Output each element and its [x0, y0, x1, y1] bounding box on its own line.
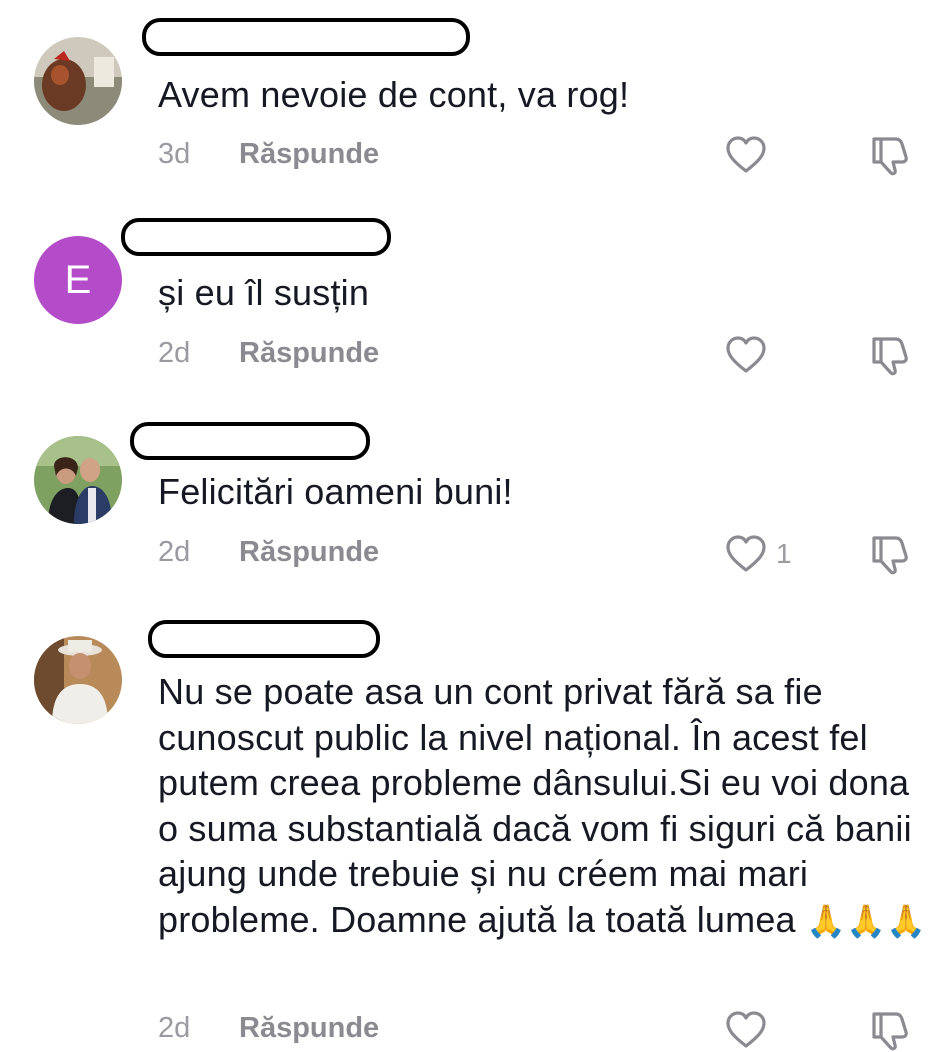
comment-text: Avem nevoie de cont, va rog! [158, 74, 630, 115]
heart-outline-icon[interactable] [725, 534, 767, 574]
avatar[interactable] [34, 436, 122, 524]
avatar[interactable]: E [34, 236, 122, 324]
heart-outline-icon[interactable] [725, 135, 767, 175]
comment-time: 2d [158, 337, 191, 369]
heart-outline-icon[interactable] [725, 1010, 767, 1050]
comment-text: Felicitări oameni buni! [158, 471, 513, 512]
username-redacted[interactable] [121, 218, 391, 256]
username-redacted[interactable] [148, 620, 380, 658]
reply-button[interactable]: Răspunde [239, 1012, 379, 1045]
comment-time: 2d [158, 536, 191, 568]
thumbs-down-icon[interactable] [866, 532, 912, 576]
avatar[interactable] [34, 37, 122, 125]
comment-text: Nu se poate asa un cont privat fără sa f… [158, 669, 928, 944]
reply-button[interactable]: Răspunde [239, 536, 379, 569]
username-redacted[interactable] [142, 18, 470, 56]
like-count: 1 [776, 538, 792, 569]
user-photo-icon [34, 37, 122, 125]
comment-text: și eu îl susțin [158, 272, 370, 313]
heart-outline-icon[interactable] [725, 335, 767, 375]
comment-text-body: Nu se poate asa un cont privat fără sa f… [158, 671, 912, 940]
thumbs-down-icon[interactable] [866, 333, 912, 377]
user-photo-icon [34, 636, 122, 724]
thumbs-down-icon[interactable] [866, 1008, 912, 1052]
comment-time: 2d [158, 1012, 191, 1044]
user-photo-icon [34, 436, 122, 524]
username-redacted[interactable] [130, 422, 370, 460]
reply-button[interactable]: Răspunde [239, 337, 379, 370]
praying-hands-emoji: 🙏🙏🙏 [805, 901, 927, 940]
thumbs-down-icon[interactable] [866, 133, 912, 177]
comment-time: 3d [158, 138, 191, 170]
avatar[interactable] [34, 636, 122, 724]
reply-button[interactable]: Răspunde [239, 138, 379, 171]
